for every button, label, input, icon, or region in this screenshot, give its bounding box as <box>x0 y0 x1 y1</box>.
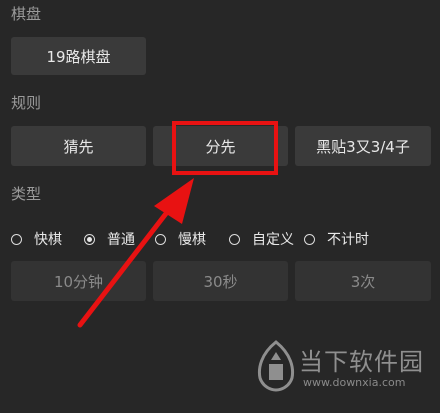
radio-fast[interactable]: 快棋 <box>11 229 62 249</box>
board-section-label: 棋盘 <box>11 5 42 23</box>
radio-circle-icon <box>11 233 22 245</box>
byoyomi-count-field[interactable]: 3次 <box>295 261 431 301</box>
radio-normal[interactable]: 普通 <box>84 229 135 249</box>
main-time-field[interactable]: 10分钟 <box>11 261 146 301</box>
watermark: 当下软件园 www.downxia.com <box>255 338 435 398</box>
board-19-button[interactable]: 19路棋盘 <box>11 37 146 75</box>
radio-checked-icon <box>84 233 95 245</box>
radio-custom[interactable]: 自定义 <box>229 229 294 249</box>
radio-slow-label: 慢棋 <box>178 232 206 248</box>
radio-slow[interactable]: 慢棋 <box>155 229 206 249</box>
rule-guess-first-button[interactable]: 猜先 <box>11 126 146 166</box>
rule-black-komi-button[interactable]: 黑贴3又3/4子 <box>295 126 431 166</box>
type-section-label: 类型 <box>11 185 42 203</box>
radio-no-timer-label: 不计时 <box>327 232 369 248</box>
type-radio-group: 快棋 普通 慢棋 自定义 不计时 <box>11 229 431 249</box>
radio-fast-label: 快棋 <box>34 232 62 248</box>
radio-circle-icon <box>229 233 240 245</box>
watermark-url: www.downxia.com <box>303 376 406 389</box>
radio-custom-label: 自定义 <box>252 232 294 248</box>
radio-no-timer[interactable]: 不计时 <box>304 229 369 249</box>
highlight-box <box>172 121 278 175</box>
byoyomi-time-field[interactable]: 30秒 <box>153 261 288 301</box>
radio-normal-label: 普通 <box>107 232 135 248</box>
rules-section-label: 规则 <box>11 94 42 112</box>
watermark-logo-icon <box>257 340 295 392</box>
radio-circle-icon <box>304 233 315 245</box>
radio-circle-icon <box>155 233 166 245</box>
watermark-title: 当下软件园 <box>299 348 424 376</box>
